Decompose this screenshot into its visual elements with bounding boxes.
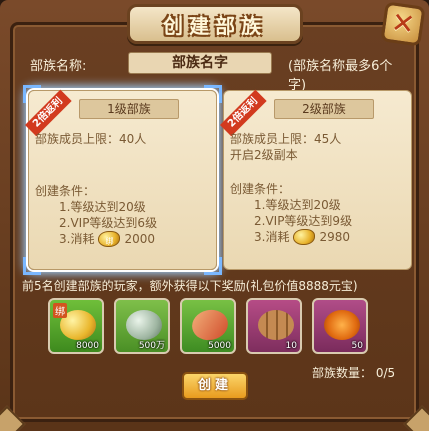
condition-cost: 3.消耗 绑 2000 [35,231,213,247]
close-button[interactable]: ✕ [380,1,426,47]
cost-label: 3.消耗 [254,230,290,244]
condition-level: 1.等级达到20级 [254,198,341,212]
item-count: 50 [351,341,363,351]
conditions-title: 创建条件： [35,184,96,198]
wood-logs-icon [258,310,294,340]
double-rebate-ribbon: 2倍返利 [220,89,267,137]
condition-level: 1.等级达到20级 [59,200,146,214]
tribe-count-value: 0/5 [375,366,396,380]
tribe-count-label: 部族数量： [312,366,373,380]
bound-gold-icon: 绑 [98,231,121,247]
card-body: 部族成员上限：40人 创建条件： 1.等级达到20级 2.VIP等级达到6级 3… [35,131,213,247]
reward-item[interactable]: 绑 8000 [48,298,104,354]
extra-benefit: 开启2级副本 [230,148,298,162]
tribe-name-hint: (部族名称最多6个字) [288,59,393,93]
reward-item[interactable]: 50 [312,298,368,354]
bound-tag: 绑 [53,303,67,318]
create-button[interactable]: 创建 [182,372,248,400]
tribe-name-label: 部族名称: [30,59,87,74]
jade-pot-icon [126,310,162,340]
title-banner: 创建部族 [127,4,303,44]
reward-item[interactable]: 500万 [114,298,170,354]
cost-value: 2000 [124,232,155,246]
tribe-level-tag: 1级部族 [79,99,179,119]
selection-corner [204,85,222,103]
condition-vip: 2.VIP等级达到6级 [59,216,158,230]
item-count: 500万 [138,341,165,351]
selection-corner [23,85,41,103]
cost-label: 3.消耗 [59,232,95,246]
item-count: 8000 [76,341,99,351]
reward-note: 前5名创建部族的玩家，额外获得以下奖励(礼包价值8888元宝) [22,279,358,293]
gold-icon [293,229,316,245]
selection-corner [204,257,222,275]
tribe-level-tag: 2级部族 [274,99,374,119]
horned-emblem-icon [324,310,360,340]
reward-item[interactable]: 10 [246,298,302,354]
reward-items: 绑 8000 500万 5000 10 50 [48,298,378,354]
cost-value: 2980 [319,230,350,244]
member-limit: 部族成员上限：45人 [230,132,342,146]
tribe-level-2-card[interactable]: 2倍返利 2级部族 部族成员上限：45人 开启2级副本 创建条件： 1.等级达到… [220,89,412,270]
condition-cost: 3.消耗 2980 [230,229,408,245]
tribe-level-1-card[interactable]: 2倍返利 1级部族 部族成员上限：40人 创建条件： 1.等级达到20级 2.V… [23,85,222,275]
close-icon: ✕ [389,5,417,42]
tribe-name-row: 部族名称: 部族名字 (部族名称最多6个字) [30,52,402,93]
tribe-count: 部族数量： 0/5 [312,364,395,381]
reward-item[interactable]: 5000 [180,298,236,354]
selection-corner [23,257,41,275]
tribe-name-input[interactable]: 部族名字 [128,52,272,74]
item-count: 10 [285,341,297,351]
item-count: 5000 [208,341,231,351]
dialog-title: 创建部族 [163,13,267,38]
dialog-frame: 创建部族 ✕ 部族名称: 部族名字 (部族名称最多6个字) 2倍返利 1级部族 … [0,0,429,431]
conditions-title: 创建条件： [230,182,291,196]
condition-vip: 2.VIP等级达到9级 [254,214,353,228]
member-limit: 部族成员上限：40人 [35,132,147,146]
card-body: 部族成员上限：45人 开启2级副本 创建条件： 1.等级达到20级 2.VIP等… [230,131,408,245]
token-card-icon [189,306,231,344]
